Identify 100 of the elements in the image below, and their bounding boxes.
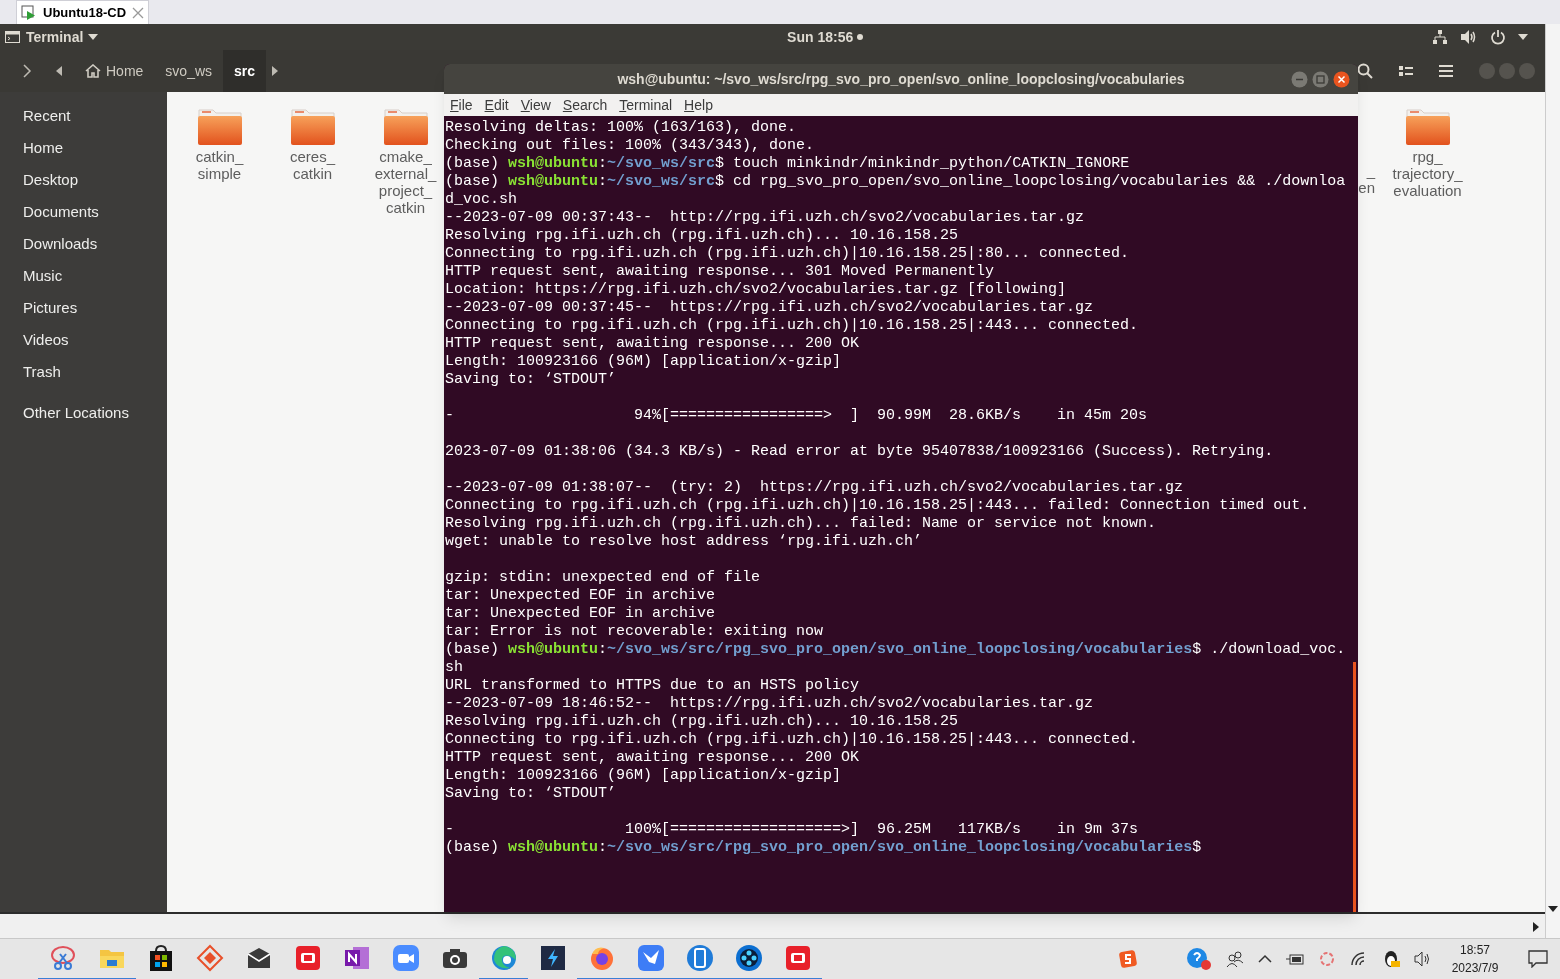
- terminal-line: 2023-07-09 01:38:06 (34.3 KB/s) - Read error at byte 95407838/100923166 (Success). Retrying.: [445, 443, 1274, 461]
- folder-name[interactable]: _ en: [1358, 162, 1375, 196]
- input-method-icon[interactable]: [1118, 949, 1138, 969]
- penguin-icon[interactable]: [1382, 949, 1400, 969]
- terminal-line: Location: https://rpg.ifi.uzh.ch/svo2/vocabularies.tar.gz [following]: [445, 281, 1067, 299]
- help-icon[interactable]: [1186, 947, 1212, 971]
- sidebar-item[interactable]: Downloads: [0, 228, 167, 260]
- phone-icon[interactable]: [685, 944, 714, 972]
- terminal-line: (base) wsh@ubuntu:~/svo_ws/src/rpg_svo_pro_open/svo_online_loopclosing/vocabularies$ ./download_voc.: [445, 641, 1346, 659]
- terminal-line: Saving to: ‘STDOUT’: [445, 371, 617, 389]
- folder-name[interactable]: cmake_ external_ project_ catkin: [374, 148, 437, 216]
- diamond-icon[interactable]: [195, 944, 224, 972]
- system-clock[interactable]: 18:57 2023/7/9: [1446, 941, 1504, 977]
- terminal-line: HTTP request sent, awaiting response... 200 OK: [445, 335, 860, 353]
- lightning-icon[interactable]: [538, 944, 567, 972]
- dot-icon: [857, 34, 864, 40]
- home-icon: [85, 64, 101, 78]
- terminal-line: Resolving rpg.ifi.uzh.ch (rpg.ifi.uzh.ch)... failed: Name or service not known.: [445, 515, 1157, 533]
- terminal-line: --2023-07-09 18:46:52-- https://rpg.ifi.uzh.ch/svo2/vocabularies.tar.gz: [445, 695, 1094, 713]
- volume-icon[interactable]: [1414, 951, 1432, 967]
- folder-name[interactable]: ceres_ catkin: [290, 148, 335, 182]
- terminal-line: Resolving rpg.ifi.uzh.ch (rpg.ifi.uzh.ch)... 10.16.158.25: [445, 713, 959, 731]
- terminal-line: - 94%[=================> ] 90.99M 28.6KB/s in 45m 20s: [445, 407, 1148, 425]
- terminal-line: --2023-07-09 00:37:43-- http://rpg.ifi.uzh.ch/svo2/vocabularies.tar.gz: [445, 209, 1085, 227]
- folder-icon: [382, 106, 429, 146]
- terminal-line: --2023-07-09 01:38:07-- (try: 2) https://rpg.ifi.uzh.ch/svo2/vocabularies.tar.gz: [445, 479, 1184, 497]
- sidebar-item[interactable]: Documents: [0, 196, 167, 228]
- terminal-line: Length: 100923166 (96M) [application/x-gzip]: [445, 767, 842, 785]
- sidebar-item[interactable]: Music: [0, 260, 167, 292]
- folder-name[interactable]: catkin_ simple: [195, 148, 244, 182]
- terminal-line: HTTP request sent, awaiting response... 200 OK: [445, 749, 860, 767]
- sidebar-item[interactable]: Pictures: [0, 292, 167, 324]
- breadcrumb[interactable]: svo_ws: [154, 50, 224, 92]
- terminal-icon: [5, 31, 20, 43]
- folder-icon: [289, 106, 336, 146]
- app-icon[interactable]: [783, 944, 812, 972]
- search-icon[interactable]: [1357, 63, 1373, 79]
- triangle-right-icon[interactable]: [272, 66, 279, 76]
- terminal-line: wget: unable to resolve host address ‘rpg.ifi.uzh.ch’: [445, 533, 923, 551]
- menu-item[interactable]: Help: [684, 94, 713, 116]
- chevron-up-icon[interactable]: [1258, 954, 1272, 964]
- terminal-line: tar: Unexpected EOF in archive: [445, 587, 716, 605]
- app-menu[interactable]: Terminal: [26, 26, 99, 48]
- terminal-line: Length: 100923166 (96M) [application/x-gzip]: [445, 353, 842, 371]
- chevron-right-icon[interactable]: [22, 64, 32, 78]
- sidebar-item[interactable]: Videos: [0, 324, 167, 356]
- menu-item[interactable]: Search: [562, 94, 608, 116]
- minimize-icon[interactable]: [1291, 70, 1308, 88]
- sidebar-item[interactable]: Home: [0, 132, 167, 164]
- notebook-icon[interactable]: [342, 944, 371, 972]
- terminal-line: (base) wsh@ubuntu:~/svo_ws/src/rpg_svo_pro_open/svo_online_loopclosing/vocabularies$: [445, 839, 1202, 857]
- triangle-left-icon[interactable]: [56, 66, 62, 76]
- terminal-line: Resolving rpg.ifi.uzh.ch (rpg.ifi.uzh.ch)... 10.16.158.25: [445, 227, 959, 245]
- vm-icon: [21, 4, 37, 21]
- volume-icon[interactable]: [1460, 29, 1478, 45]
- bird-icon[interactable]: [636, 944, 665, 972]
- sidebar-item[interactable]: Desktop: [0, 164, 167, 196]
- menu-item[interactable]: File: [450, 94, 473, 116]
- sidebar-item[interactable]: Other Locations: [0, 397, 167, 429]
- sidebar-item[interactable]: Recent: [0, 100, 167, 132]
- scissors-icon[interactable]: [48, 944, 77, 972]
- terminal-line: (base) wsh@ubuntu:~/svo_ws/src$ touch minkindr/minkindr_python/CATKIN_IGNORE: [445, 155, 1130, 173]
- sidebar-item[interactable]: Trash: [0, 356, 167, 388]
- network-icon[interactable]: [1432, 29, 1448, 45]
- terminal-line: gzip: stdin: unexpected end of file: [445, 569, 761, 587]
- menu-item[interactable]: View: [520, 94, 551, 116]
- folder-icon: [196, 106, 243, 146]
- terminal-line: URL transformed to HTTPS due to an HSTS policy: [445, 677, 860, 695]
- folder-name[interactable]: rpg_ trajectory_ evaluation: [1392, 148, 1463, 199]
- breadcrumb[interactable]: Home: [74, 50, 155, 92]
- menu-icon[interactable]: [1439, 65, 1453, 77]
- terminal-line: tar: Error is not recoverable: exiting now: [445, 623, 824, 641]
- terminal-line: HTTP request sent, awaiting response... 301 Moved Permanently: [445, 263, 995, 281]
- close-icon[interactable]: [1333, 70, 1350, 88]
- scrollbar-thumb[interactable]: [1353, 662, 1356, 912]
- terminal-line: Checking out files: 100% (343/343), done.: [445, 137, 815, 155]
- battery-icon[interactable]: [1286, 953, 1304, 965]
- caret-icon[interactable]: [1518, 34, 1528, 40]
- breadcrumb[interactable]: src: [223, 50, 267, 92]
- notification-icon[interactable]: [1528, 950, 1548, 968]
- terminal-line: - 100%[===================>] 96.25M 117KB/s in 9m 37s: [445, 821, 1139, 839]
- terminal-line: Connecting to rpg.ifi.uzh.ch (rpg.ifi.uzh.ch)|10.16.158.25|:443... connected.: [445, 731, 1139, 749]
- terminal-line: Connecting to rpg.ifi.uzh.ch (rpg.ifi.uzh.ch)|10.16.158.25|:443... connected.: [445, 317, 1139, 335]
- app-icon[interactable]: [293, 944, 322, 972]
- scroll-down-icon[interactable]: [1546, 904, 1560, 914]
- terminal-line: (base) wsh@ubuntu:~/svo_ws/src$ cd rpg_svo_pro_open/svo_online_loopclosing/vocabularies && ./downloa: [445, 173, 1346, 191]
- list-view-icon[interactable]: [1399, 65, 1413, 77]
- menu-item[interactable]: Edit: [484, 94, 509, 116]
- video-camera-icon[interactable]: [391, 944, 420, 972]
- vm-tab[interactable]: Ubuntu18-CD: [16, 0, 150, 24]
- film-reel-icon[interactable]: [734, 944, 763, 972]
- browser-icon[interactable]: [489, 944, 518, 972]
- power-icon[interactable]: [1490, 29, 1506, 45]
- folder-icon: [1404, 106, 1451, 146]
- terminal-line: d_voc.sh: [445, 191, 517, 209]
- clock[interactable]: Sun 18:56: [787, 26, 864, 48]
- people-icon[interactable]: [1226, 950, 1244, 968]
- window-title: wsh@ubuntu: ~/svo_ws/src/rpg_svo_pro_open/svo_online_loopclosing/vocabularies: [617, 69, 1185, 89]
- terminal-line: Resolving deltas: 100% (163/163), done.: [445, 119, 797, 137]
- menu-item[interactable]: Terminal: [619, 94, 673, 116]
